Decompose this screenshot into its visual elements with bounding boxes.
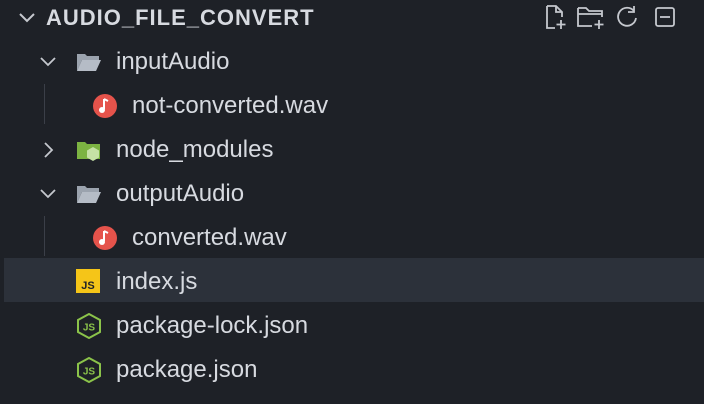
tree-item-package-json[interactable]: JS package.json xyxy=(0,348,704,392)
svg-text:JS: JS xyxy=(81,280,94,292)
tree-item-label: not-converted.wav xyxy=(132,92,329,119)
new-folder-button[interactable] xyxy=(576,2,606,32)
tree-item-label: package.json xyxy=(116,356,258,383)
explorer-header[interactable]: AUDIO_FILE_CONVERT xyxy=(0,0,704,36)
tree-item-label: node_modules xyxy=(116,136,274,163)
tree-item-not-converted-wav[interactable]: not-converted.wav xyxy=(0,84,704,128)
nodejs-file-icon: JS xyxy=(77,313,101,339)
js-file-icon: JS xyxy=(76,269,100,293)
refresh-icon xyxy=(617,6,637,27)
chevron-right-icon xyxy=(44,142,54,158)
tree-item-converted-wav[interactable]: converted.wav xyxy=(0,216,704,260)
tree-item-inputaudio[interactable]: inputAudio xyxy=(0,40,704,84)
new-file-icon xyxy=(546,5,566,29)
refresh-button[interactable] xyxy=(612,2,642,32)
tree-item-label: converted.wav xyxy=(132,224,287,251)
tree-item-label: index.js xyxy=(116,268,198,295)
tree-item-label: inputAudio xyxy=(116,48,230,75)
svg-text:JS: JS xyxy=(83,367,96,378)
collapse-all-button[interactable] xyxy=(648,2,678,32)
chevron-down-icon xyxy=(40,57,56,67)
tree-item-node-modules[interactable]: node_modules xyxy=(0,128,704,172)
chevron-down-icon xyxy=(40,189,56,199)
new-folder-icon xyxy=(577,7,604,29)
new-file-button[interactable] xyxy=(540,2,570,32)
chevron-down-icon[interactable] xyxy=(16,7,38,29)
node-folder-icon xyxy=(77,142,100,161)
collapse-all-icon xyxy=(655,7,675,27)
folder-open-icon xyxy=(77,54,101,71)
folder-open-icon xyxy=(77,186,101,203)
tree-item-label: outputAudio xyxy=(116,180,245,207)
nodejs-file-icon: JS xyxy=(77,357,101,383)
explorer-title: AUDIO_FILE_CONVERT xyxy=(46,5,315,30)
tree-item-index-js[interactable]: JS index.js xyxy=(4,258,704,302)
tree-item-label: package-lock.json xyxy=(116,312,309,339)
explorer-actions xyxy=(540,2,678,32)
audio-file-icon xyxy=(93,94,117,118)
audio-file-icon xyxy=(93,226,117,250)
tree-item-outputaudio[interactable]: outputAudio xyxy=(0,172,704,216)
tree-item-package-lock-json[interactable]: JS package-lock.json xyxy=(0,304,704,348)
svg-text:JS: JS xyxy=(83,323,96,334)
file-explorer: AUDIO_FILE_CONVERT inputAudio not-conver… xyxy=(0,0,704,404)
